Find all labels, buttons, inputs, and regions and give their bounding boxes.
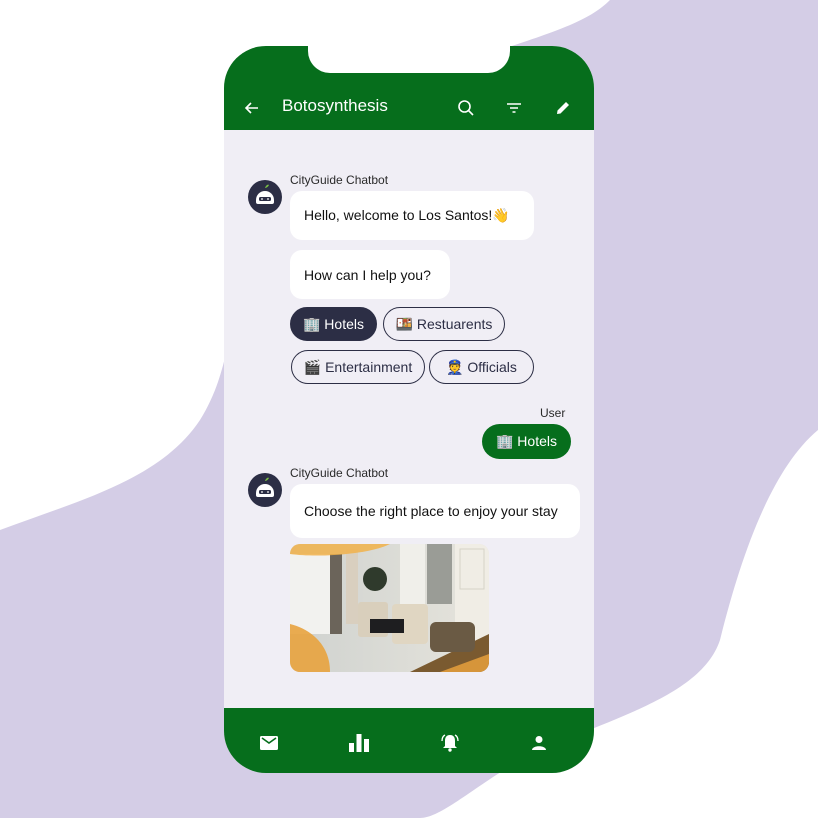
bot-avatar: [248, 180, 282, 214]
bot-name-label: CityGuide Chatbot: [290, 173, 389, 187]
user-name-label: User: [540, 406, 566, 420]
quick-reply-restaurants[interactable]: 🍱 Restuarents: [383, 307, 505, 341]
bot-avatar: [248, 473, 282, 507]
edit-pencil-icon[interactable]: [549, 94, 577, 122]
bot-message: Choose the right place to enjoy your sta…: [290, 484, 580, 538]
bottom-navigation: [224, 708, 594, 773]
user-message: 🏢 Hotels: [482, 424, 571, 459]
bot-name-label: CityGuide Chatbot: [290, 466, 389, 480]
back-arrow-icon[interactable]: [238, 94, 266, 122]
quick-reply-entertainment[interactable]: 🎬 Entertainment: [291, 350, 425, 384]
phone-notch: [308, 46, 510, 73]
phone-frame: Botosynthesis CityGuide Chatbot Hello, w…: [224, 46, 594, 773]
chat-area: CityGuide Chatbot Hello, welcome to Los …: [224, 130, 594, 708]
page-title: Botosynthesis: [282, 96, 388, 115]
search-icon[interactable]: [452, 94, 480, 122]
bot-message: How can I help you?: [290, 250, 450, 299]
quick-reply-hotels[interactable]: 🏢 Hotels: [290, 307, 377, 341]
person-icon[interactable]: [524, 728, 554, 758]
app-header: Botosynthesis: [224, 46, 594, 130]
hotel-photo[interactable]: [290, 544, 489, 672]
filter-icon[interactable]: [500, 94, 528, 122]
bot-message: Hello, welcome to Los Santos!👋: [290, 191, 534, 240]
robot-icon: [256, 477, 274, 497]
robot-icon: [256, 184, 274, 204]
bell-ringing-icon[interactable]: [435, 728, 465, 758]
bar-chart-icon[interactable]: [344, 728, 374, 758]
quick-reply-officials[interactable]: 👮 Officials: [429, 350, 534, 384]
mail-icon[interactable]: [254, 728, 284, 758]
